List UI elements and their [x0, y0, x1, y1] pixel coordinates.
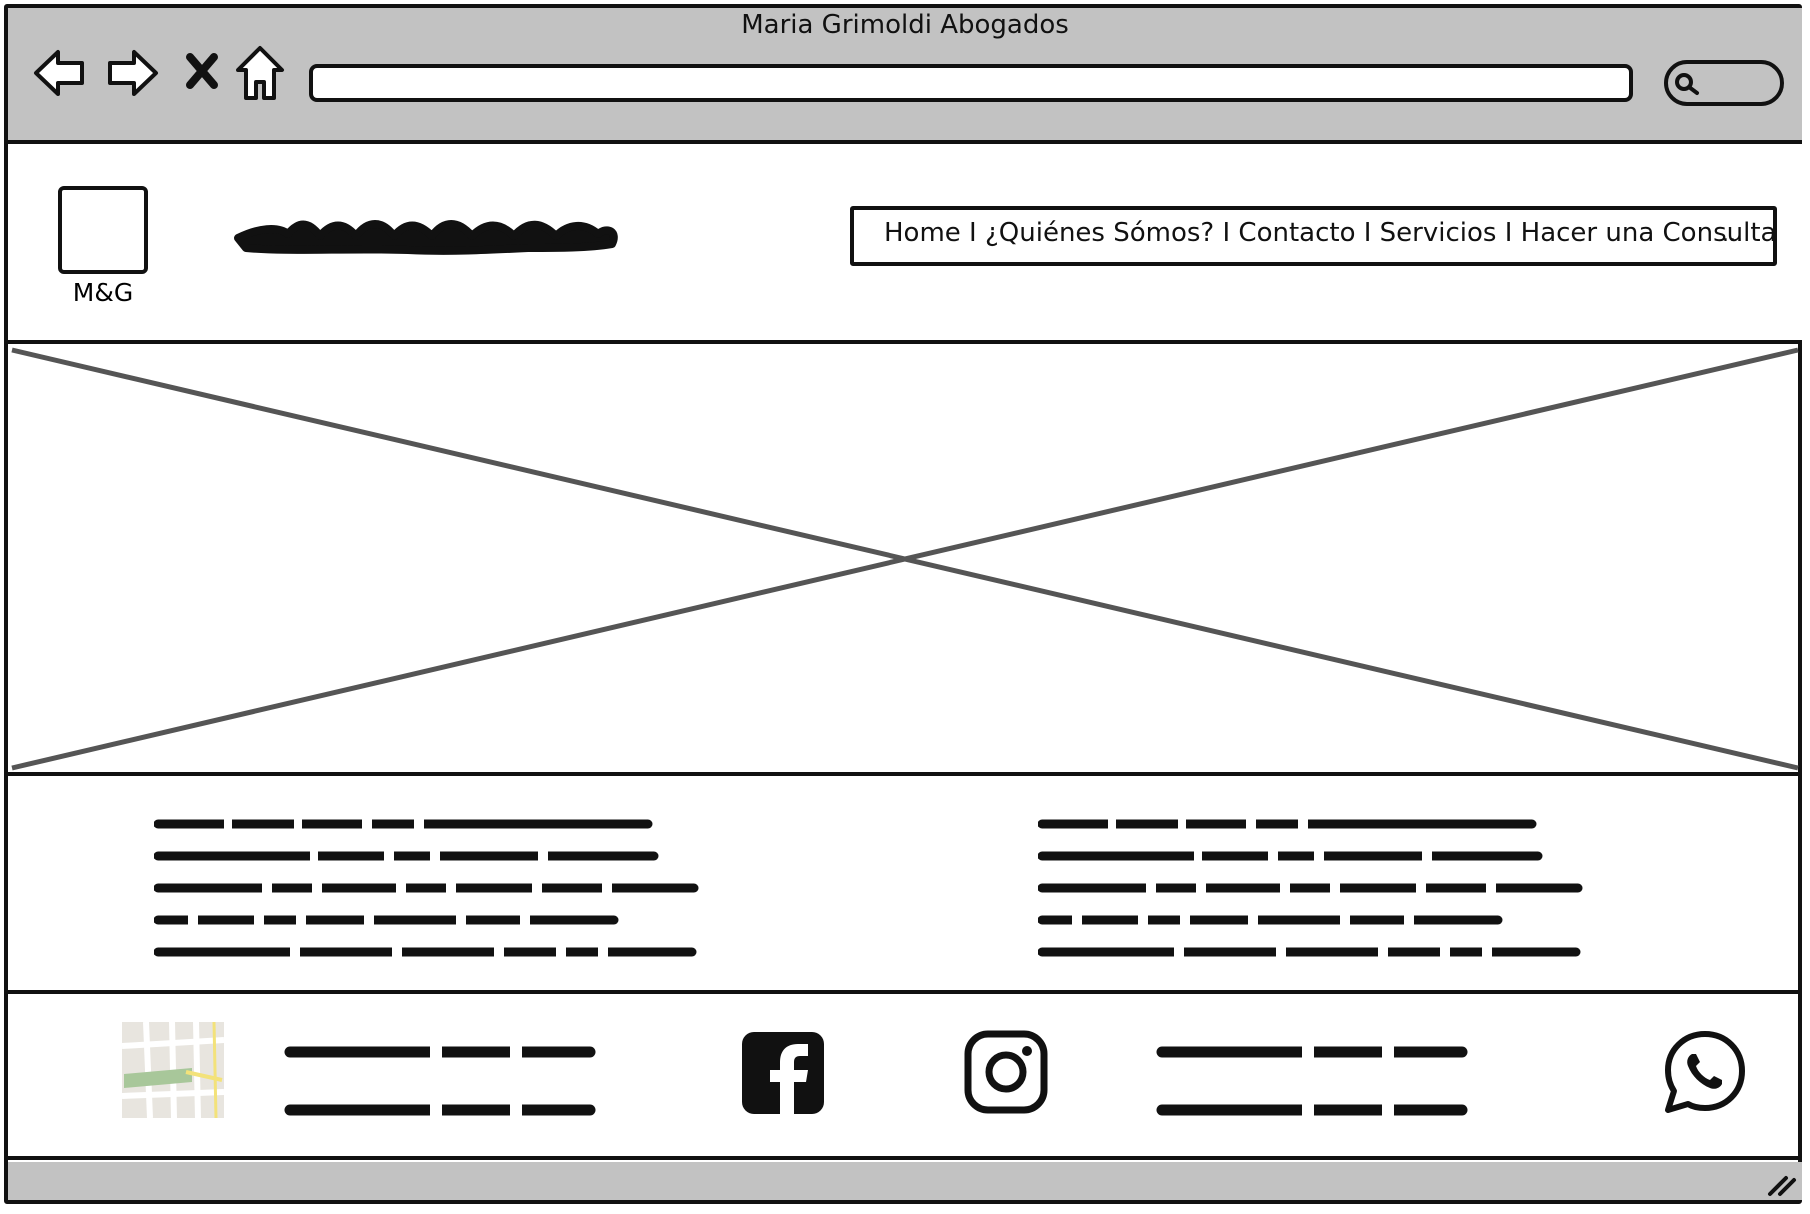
facebook-icon[interactable] [740, 1030, 826, 1116]
back-arrow-icon[interactable] [30, 46, 88, 100]
forward-arrow-icon[interactable] [104, 46, 162, 100]
instagram-icon[interactable] [964, 1030, 1048, 1114]
text-block-right [1038, 816, 1583, 960]
window-title: Maria Grimoldi Abogados [741, 10, 1069, 40]
url-input[interactable] [309, 64, 1633, 102]
logo-placeholder[interactable] [58, 186, 148, 274]
site-name-scribble [234, 220, 618, 255]
site-footer [8, 994, 1802, 1160]
footer-text-right [1156, 1040, 1468, 1122]
footer-text-left [284, 1040, 596, 1122]
whatsapp-icon[interactable] [1662, 1028, 1748, 1116]
browser-status-bar [8, 1162, 1802, 1200]
home-icon[interactable] [234, 44, 286, 102]
logo-text: M&G [72, 278, 134, 307]
nav-menu-items[interactable]: Home I ¿Quiénes Sómos? I Contacto I Serv… [884, 218, 1776, 248]
search-icon [1675, 73, 1699, 95]
resize-grip-icon[interactable] [1766, 1172, 1798, 1198]
nav-menu-more[interactable]: ... [1722, 222, 1743, 247]
text-block-left [154, 816, 699, 960]
map-icon[interactable] [122, 1022, 224, 1118]
close-x-icon[interactable] [184, 52, 220, 90]
image-placeholder-x [11, 347, 1799, 771]
